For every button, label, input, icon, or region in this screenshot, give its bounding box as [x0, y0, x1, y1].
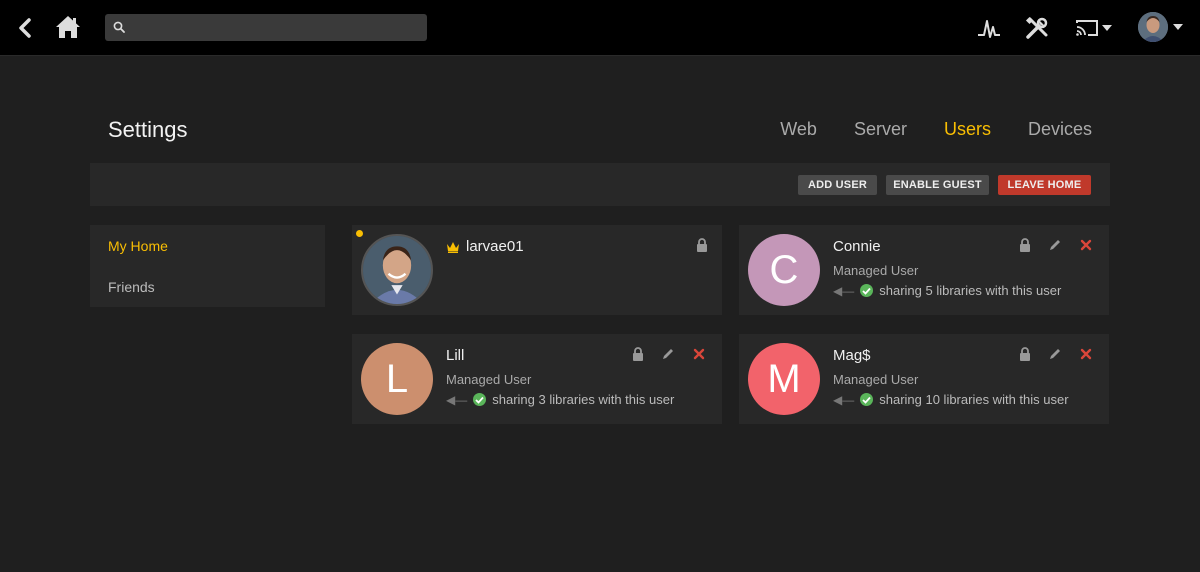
tab-web[interactable]: Web	[780, 119, 817, 140]
delete-icon[interactable]	[1078, 346, 1094, 362]
search-input[interactable]	[105, 14, 427, 41]
tab-users[interactable]: Users	[944, 119, 991, 140]
sharing-status: ◀— sharing 10 libraries with this user	[833, 392, 1069, 407]
arrow-left-icon: ◀—	[833, 283, 855, 298]
home-icon[interactable]	[54, 13, 82, 41]
delete-icon[interactable]	[1078, 237, 1094, 253]
top-bar	[0, 0, 1200, 56]
user-name: larvae01	[466, 238, 524, 255]
lock-icon[interactable]	[1017, 237, 1033, 253]
user-card-lill[interactable]: L Lill Managed User ◀— sharing 3 librari…	[352, 334, 722, 424]
user-name: Connie	[833, 238, 881, 255]
arrow-left-icon: ◀—	[833, 392, 855, 407]
edit-icon[interactable]	[660, 346, 676, 362]
add-user-button[interactable]: ADD USER	[798, 175, 877, 195]
tab-server[interactable]: Server	[854, 119, 907, 140]
user-card-mag[interactable]: M Mag$ Managed User ◀— sharing 10 librar…	[739, 334, 1109, 424]
cast-icon[interactable]	[1074, 16, 1114, 40]
user-role: Managed User	[446, 372, 532, 387]
check-icon	[860, 284, 874, 297]
enable-guest-button[interactable]: ENABLE GUEST	[886, 175, 989, 195]
user-avatar[interactable]	[1138, 12, 1168, 42]
sharing-status: ◀— sharing 5 libraries with this user	[833, 283, 1061, 298]
settings-tabs: Web Server Users Devices	[780, 119, 1092, 140]
lock-icon[interactable]	[630, 346, 646, 362]
user-card-owner[interactable]: larvae01	[352, 225, 722, 315]
lock-icon[interactable]	[694, 237, 710, 253]
sidebar-item-friends[interactable]: Friends	[108, 279, 155, 295]
arrow-left-icon: ◀—	[446, 392, 468, 407]
edit-icon[interactable]	[1047, 346, 1063, 362]
page-title: Settings	[108, 117, 188, 142]
sharing-text: sharing 5 libraries with this user	[879, 283, 1062, 298]
user-name: Lill	[446, 347, 465, 364]
tab-devices[interactable]: Devices	[1028, 119, 1092, 140]
sharing-status: ◀— sharing 3 libraries with this user	[446, 392, 674, 407]
tools-icon[interactable]	[1024, 14, 1050, 42]
check-icon	[860, 393, 874, 406]
edit-icon[interactable]	[1047, 237, 1063, 253]
search-icon	[112, 20, 126, 34]
user-name: Mag$	[833, 347, 871, 364]
sharing-text: sharing 3 libraries with this user	[492, 392, 675, 407]
back-icon[interactable]	[14, 16, 36, 40]
online-indicator	[356, 230, 363, 237]
activity-icon[interactable]	[976, 15, 1002, 41]
user-card-connie[interactable]: C Connie Managed User ◀— sharing 5 libra…	[739, 225, 1109, 315]
check-icon	[473, 393, 487, 406]
user-role: Managed User	[833, 263, 919, 278]
action-bar: ADD USER ENABLE GUEST LEAVE HOME	[90, 163, 1110, 206]
avatar	[361, 234, 433, 306]
avatar: M	[748, 343, 820, 415]
sidebar-item-my-home[interactable]: My Home	[108, 238, 168, 254]
sharing-text: sharing 10 libraries with this user	[879, 392, 1069, 407]
chevron-down-icon[interactable]	[1173, 24, 1183, 30]
delete-icon[interactable]	[691, 346, 707, 362]
lock-icon[interactable]	[1017, 346, 1033, 362]
avatar: C	[748, 234, 820, 306]
leave-home-button[interactable]: LEAVE HOME	[998, 175, 1091, 195]
crown-icon	[446, 240, 460, 253]
user-role: Managed User	[833, 372, 919, 387]
avatar: L	[361, 343, 433, 415]
sidebar: My Home Friends	[90, 225, 325, 307]
